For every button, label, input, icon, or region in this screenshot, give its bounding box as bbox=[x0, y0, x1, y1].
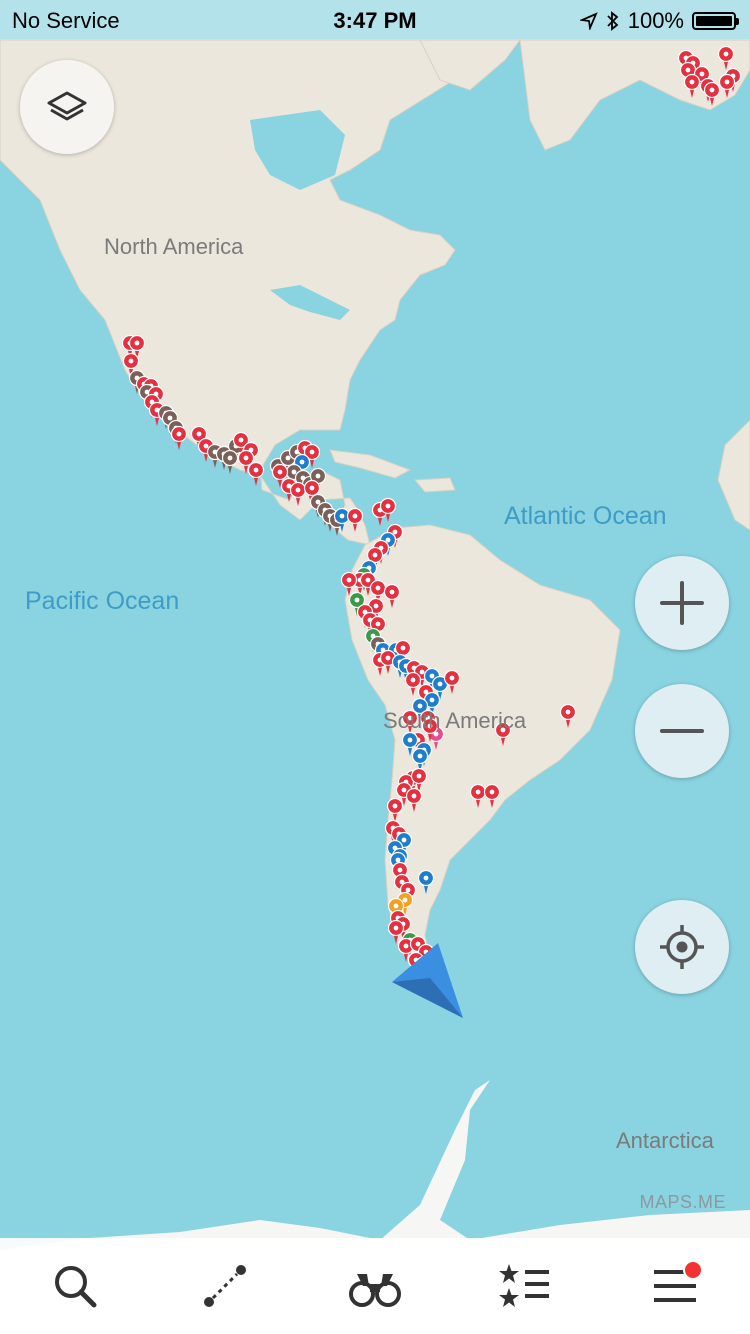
label-pacific-ocean: Pacific Ocean bbox=[25, 587, 180, 615]
menu-tab[interactable] bbox=[625, 1238, 725, 1334]
label-south-america: South America bbox=[383, 708, 527, 733]
label-atlantic-ocean: Atlantic Ocean bbox=[504, 502, 667, 530]
layers-button[interactable] bbox=[20, 60, 114, 154]
binoculars-icon bbox=[349, 1274, 401, 1307]
status-bar: No Service 3:47 PM 100% bbox=[0, 0, 750, 40]
zoom-in-button[interactable] bbox=[635, 556, 729, 650]
label-north-america: North America bbox=[104, 234, 244, 259]
bookmarks-icon bbox=[499, 1264, 549, 1307]
status-right: 100% bbox=[579, 8, 739, 34]
battery-percent: 100% bbox=[627, 8, 684, 33]
search-icon bbox=[55, 1266, 97, 1308]
route-tab[interactable] bbox=[175, 1238, 275, 1334]
minus-icon bbox=[660, 729, 704, 733]
notification-badge bbox=[683, 1260, 703, 1280]
plus-icon bbox=[660, 581, 704, 625]
layers-icon bbox=[47, 91, 87, 121]
route-icon bbox=[204, 1265, 246, 1307]
battery-icon bbox=[692, 12, 739, 30]
bottom-toolbar bbox=[0, 1238, 750, 1334]
my-position-button[interactable] bbox=[635, 900, 729, 994]
bookmarks-tab[interactable] bbox=[475, 1238, 575, 1334]
bluetooth-icon bbox=[607, 11, 619, 31]
zoom-out-button[interactable] bbox=[635, 684, 729, 778]
crosshair-icon bbox=[660, 925, 704, 969]
maps-me-watermark: MAPS.ME bbox=[639, 1192, 726, 1212]
battery-fill bbox=[696, 16, 732, 26]
label-antarctica: Antarctica bbox=[616, 1128, 714, 1153]
location-arrow-icon bbox=[579, 12, 598, 30]
discovery-tab[interactable] bbox=[325, 1238, 425, 1334]
search-tab[interactable] bbox=[25, 1238, 125, 1334]
